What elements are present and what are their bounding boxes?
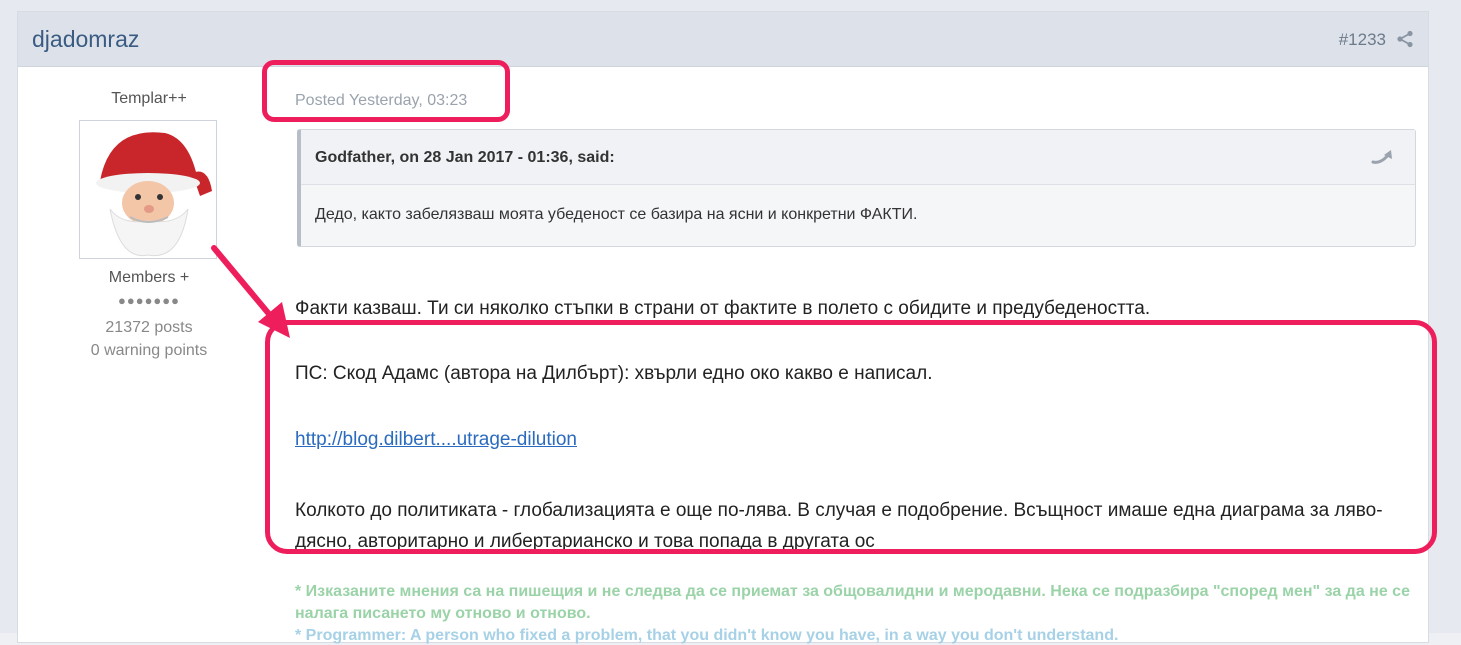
share-icon[interactable] xyxy=(1396,30,1414,48)
post-number-link[interactable]: #1233 xyxy=(1339,30,1386,50)
quote-citation: Godfather, on 28 Jan 2017 - 01:36, said: xyxy=(315,149,615,166)
signature-line-2: * Programmer: A person who fixed a probl… xyxy=(295,627,1119,644)
quote-text: Дедо, както забелязваш моята убеденост с… xyxy=(315,206,918,223)
user-title: Templar++ xyxy=(111,90,187,107)
highlight-box-date xyxy=(262,60,510,122)
highlight-box-content xyxy=(265,320,1437,554)
quote-block: Godfather, on 28 Jan 2017 - 01:36, said:… xyxy=(297,129,1416,247)
quote-jump-icon[interactable] xyxy=(1371,148,1393,166)
post-paragraph-1: Факти казваш. Ти си няколко стъпки в стр… xyxy=(295,298,1151,319)
avatar[interactable] xyxy=(79,120,217,259)
warning-points: 0 warning points xyxy=(90,342,208,359)
author-name-link[interactable]: djadomraz xyxy=(32,26,139,53)
post-header: djadomraz #1233 xyxy=(18,12,1428,67)
signature-line-1: * Изказаните мнения са на пишещия и не с… xyxy=(295,583,1410,622)
quote-header: Godfather, on 28 Jan 2017 - 01:36, said: xyxy=(301,130,1415,185)
santa-avatar-image xyxy=(80,121,216,258)
scrollbar-track[interactable] xyxy=(1438,0,1458,633)
